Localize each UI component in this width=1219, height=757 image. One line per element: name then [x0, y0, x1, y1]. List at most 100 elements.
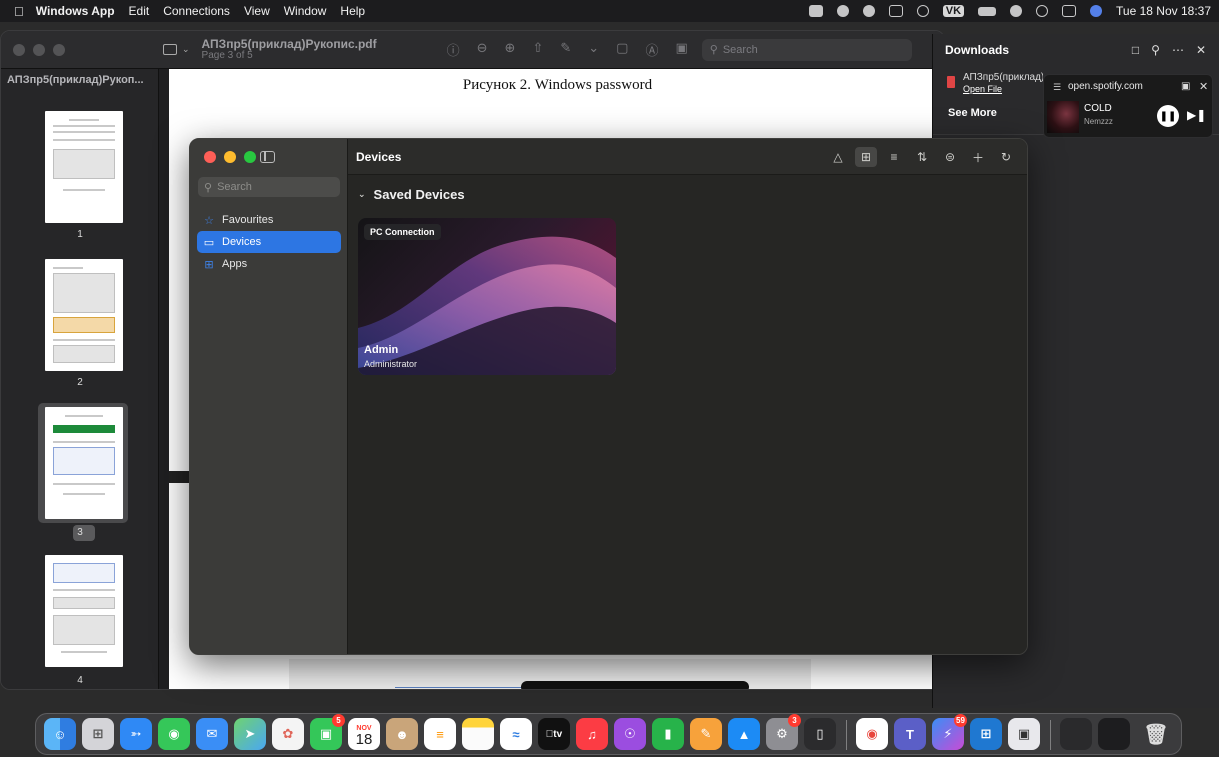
siri-icon[interactable] [1090, 5, 1103, 17]
facetime-icon[interactable]: ▣ 5 [310, 714, 345, 750]
form-icon[interactable]: ▣ [675, 40, 687, 59]
spotify-site-url: open.spotify.com [1068, 81, 1143, 92]
folder-icon[interactable]: □ [1132, 43, 1139, 57]
refresh-icon[interactable]: ↻ [995, 147, 1017, 167]
windows-app-dock-icon[interactable]: ⊞ [970, 718, 1002, 750]
share-icon[interactable]: ⇧ [532, 40, 543, 59]
system-settings-icon[interactable]: ⚙ 3 [766, 714, 801, 750]
menu-connections[interactable]: Connections [163, 4, 230, 18]
menu-bar-clock[interactable]: Tue 18 Nov 18:37 [1116, 4, 1211, 18]
device-card-admin[interactable]: PC Connection Admin Administrator [358, 218, 616, 375]
zoom-button[interactable] [53, 43, 65, 56]
close-button[interactable] [13, 43, 25, 56]
grid-view-icon[interactable]: ⊞ [855, 147, 877, 167]
more-icon[interactable]: ⋯ [1172, 43, 1184, 57]
page-thumbnail-1[interactable] [45, 111, 123, 223]
window-controls-inactive[interactable] [13, 43, 65, 56]
page-thumbnail-2[interactable] [45, 259, 123, 371]
sidebar-item-devices[interactable]: ▭ Devices [197, 231, 341, 253]
reminders-icon[interactable]: ≡ [424, 718, 456, 750]
music-icon[interactable]: ♫ [576, 718, 608, 750]
open-file-link[interactable]: Open File [963, 84, 1002, 94]
battery-icon[interactable] [978, 6, 997, 16]
add-icon[interactable]: ＋ [967, 147, 989, 167]
menu-window[interactable]: Window [284, 4, 327, 18]
next-track-icon[interactable]: ▶❚ [1187, 108, 1206, 122]
info-icon[interactable]: ⓘ [447, 40, 460, 59]
freeform-icon[interactable]: ≈ [500, 718, 532, 750]
preview-icon[interactable]: ▣ [1008, 718, 1040, 750]
rotate-icon[interactable]: ▢ [616, 40, 628, 59]
filter-icon[interactable]: ⊜ [939, 147, 961, 167]
iphone-mirroring-icon[interactable]: ▯ [804, 718, 836, 750]
mail-icon[interactable]: ✉ [196, 718, 228, 750]
markup-pen-icon[interactable]: ✎ [560, 40, 571, 59]
windows-app-window: ⚲ Search ☆ Favourites ▭ Devices ⊞ Apps D… [189, 138, 1028, 655]
apple-menu-icon[interactable]:  [14, 4, 24, 19]
highlight-icon[interactable]: Ⓐ [645, 40, 658, 59]
sidebar-search-placeholder: Search [217, 181, 252, 193]
finder-icon[interactable]: ☺ [44, 718, 76, 750]
search-icon[interactable]: ⚲ [1151, 43, 1160, 57]
numbers-icon[interactable]: ▮ [652, 718, 684, 750]
messenger-icon[interactable]: ⚡ 59 [932, 714, 967, 750]
notes-icon[interactable] [462, 718, 494, 750]
chat-icon[interactable] [862, 5, 875, 17]
spotlight-search-icon[interactable] [1036, 5, 1049, 17]
page-thumbnail-3[interactable] [45, 407, 123, 519]
windows-grid-icon[interactable] [808, 5, 823, 17]
sidebar-search-input[interactable]: ⚲ Search [198, 177, 340, 197]
launchpad-icon[interactable]: ⊞ [82, 718, 114, 750]
bell-icon[interactable]: △ [827, 147, 849, 167]
sidebar-item-apps[interactable]: ⊞ Apps [197, 253, 341, 275]
display-icon[interactable] [888, 5, 903, 17]
menu-help[interactable]: Help [340, 4, 365, 18]
apple-tv-icon[interactable]: tv [538, 718, 570, 750]
status-app-icon[interactable] [836, 5, 849, 17]
trash-icon[interactable]: 🗑 [1140, 718, 1172, 750]
saved-devices-section-header[interactable]: ⌄ Saved Devices [358, 187, 465, 202]
control-center-icon[interactable] [1062, 5, 1077, 17]
calendar-icon[interactable]: NOV 18 [348, 718, 380, 750]
download-file-name[interactable]: АПЗпр5(приклад)Р [963, 72, 1043, 83]
sidebar-toggle-icon[interactable] [163, 44, 177, 55]
pause-button[interactable]: ❚❚ [1157, 105, 1179, 127]
page-thumbnail-4[interactable] [45, 555, 123, 667]
app-store-icon[interactable]: ▲ [728, 718, 760, 750]
minimize-button[interactable] [224, 151, 236, 163]
safari-icon[interactable]: ➳ [120, 718, 152, 750]
menu-view[interactable]: View [244, 4, 270, 18]
podcasts-icon[interactable]: ☉ [614, 718, 646, 750]
photos-icon[interactable]: ✿ [272, 718, 304, 750]
menu-edit[interactable]: Edit [129, 4, 150, 18]
contacts-icon[interactable]: ☻ [386, 718, 418, 750]
chrome-icon[interactable]: ◉ [856, 718, 888, 750]
close-icon[interactable]: ✕ [1199, 80, 1208, 93]
pdf-search-input[interactable]: ⚲ Search [701, 38, 912, 61]
vk-icon[interactable]: VK [942, 5, 965, 17]
minimized-window-1[interactable] [1060, 718, 1092, 750]
chevron-down-icon[interactable]: ⌄ [182, 44, 190, 55]
zoom-in-icon[interactable]: ⊕ [505, 40, 516, 59]
sidebar-item-favourites[interactable]: ☆ Favourites [197, 209, 341, 231]
menu-app-name[interactable]: Windows App [36, 4, 115, 18]
list-view-icon[interactable]: ≡ [883, 147, 905, 167]
minimize-button[interactable] [33, 43, 45, 56]
see-more-link[interactable]: See More [948, 107, 997, 119]
close-button[interactable] [204, 151, 216, 163]
sort-icon[interactable]: ⇅ [911, 147, 933, 167]
sidebar-toggle-icon[interactable] [260, 151, 275, 163]
play-circle-icon[interactable] [916, 5, 929, 17]
pages-icon[interactable]: ✎ [690, 718, 722, 750]
expand-icon[interactable]: ▣ [1181, 81, 1190, 92]
site-settings-icon[interactable]: ☰ [1053, 82, 1061, 93]
wifi-icon[interactable] [1010, 5, 1023, 17]
markup-chevron-icon[interactable]: ⌄ [588, 40, 599, 59]
zoom-button[interactable] [244, 151, 256, 163]
close-icon[interactable]: ✕ [1196, 43, 1206, 57]
minimized-window-2[interactable] [1098, 718, 1130, 750]
messages-icon[interactable]: ◉ [158, 718, 190, 750]
zoom-out-icon[interactable]: ⊖ [477, 40, 488, 59]
maps-icon[interactable]: ➤ [234, 718, 266, 750]
teams-icon[interactable]: T [894, 718, 926, 750]
